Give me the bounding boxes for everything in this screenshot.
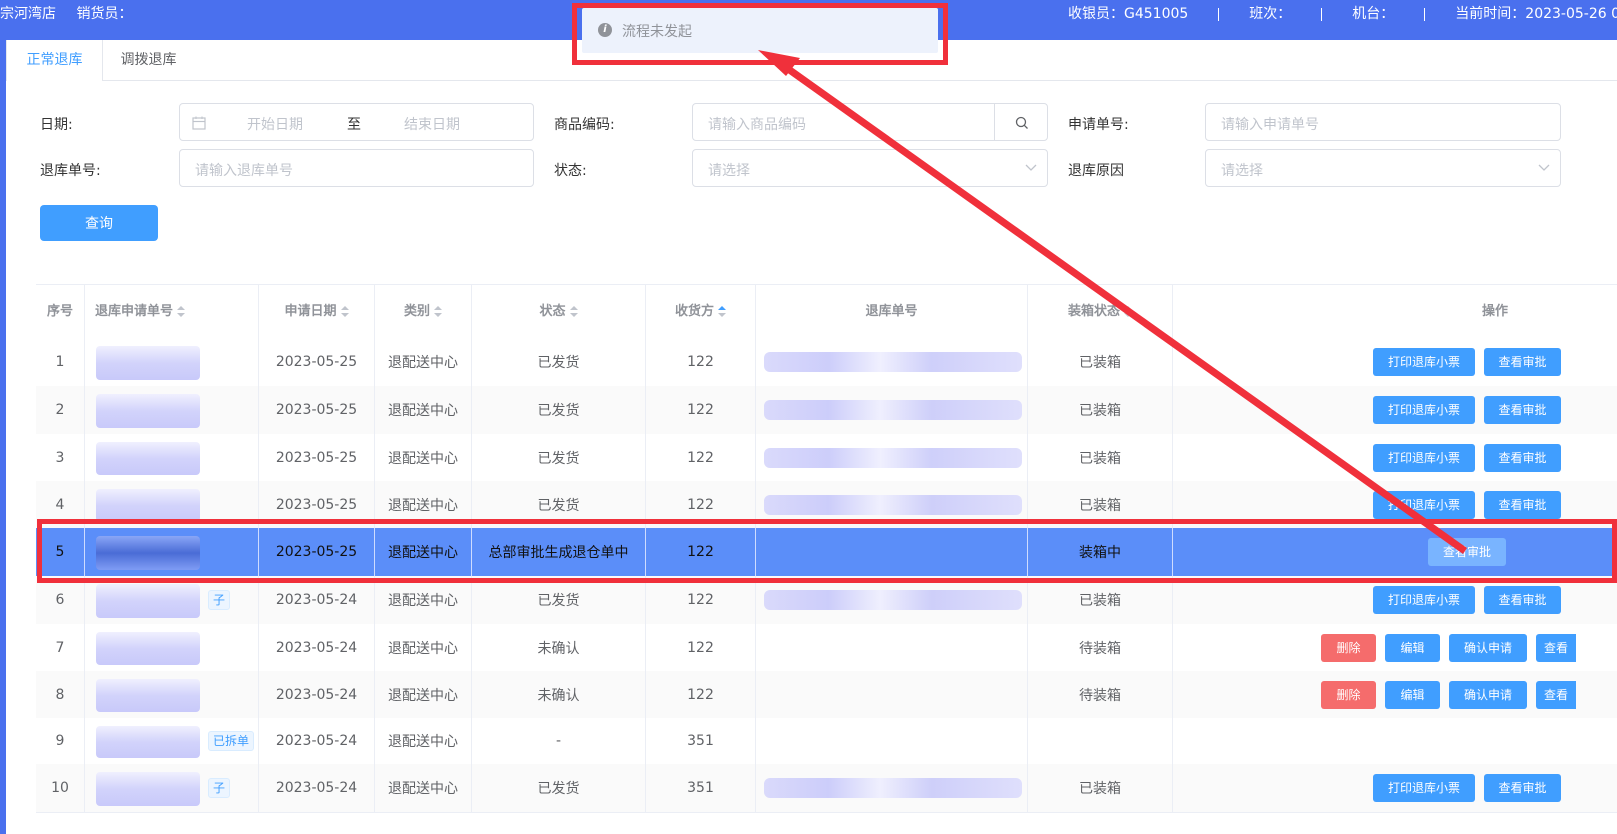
annotation-arrow [758,50,1467,554]
